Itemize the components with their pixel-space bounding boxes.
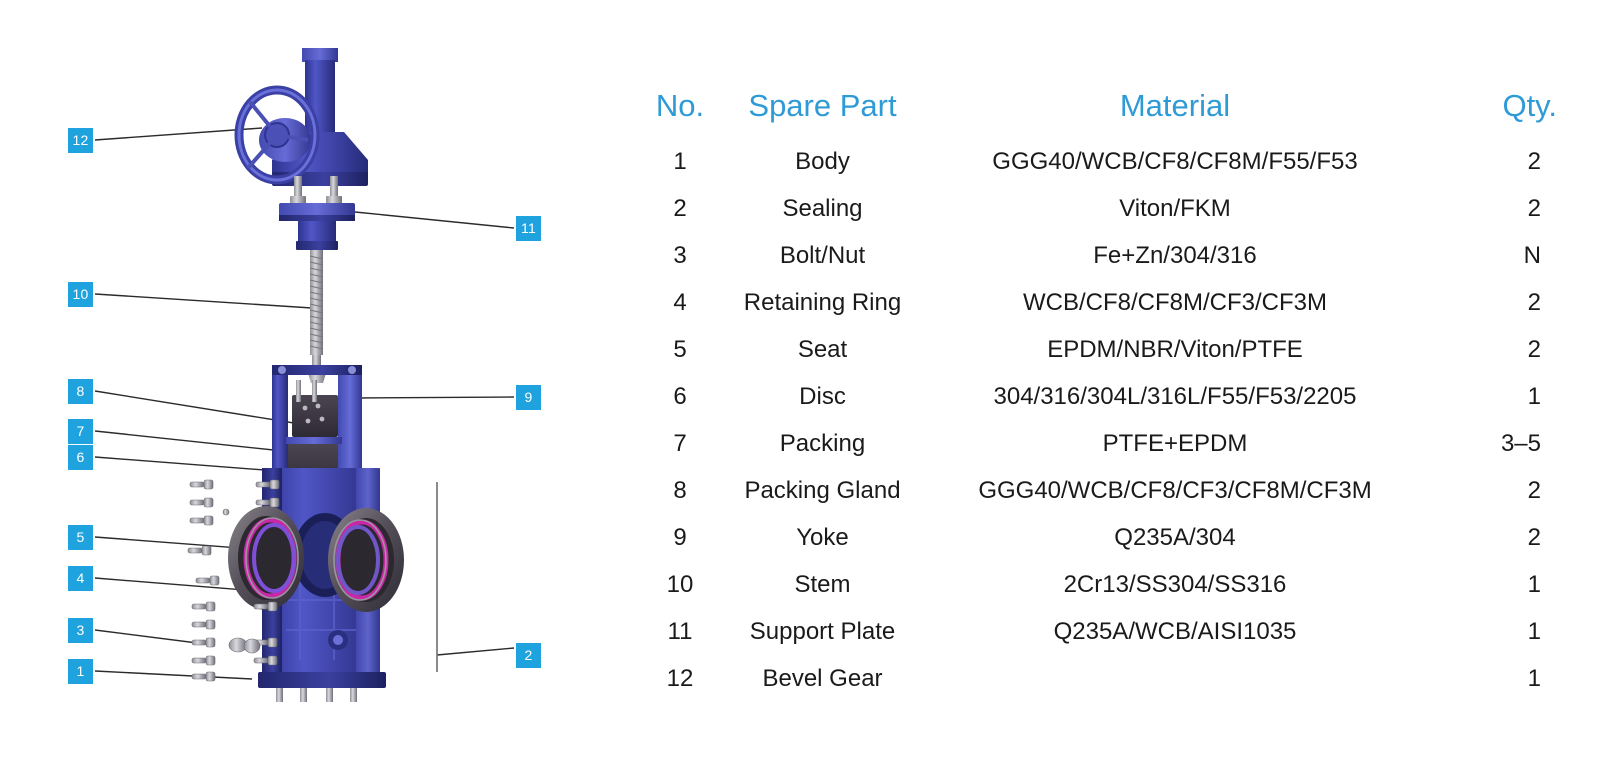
cell-qty: N xyxy=(1523,242,1541,269)
table-body: 1 Body GGG40/WCB/CF8/CF8M/F55/F53 2 2 Se… xyxy=(645,138,1575,702)
cell-no: 5 xyxy=(673,336,687,363)
cell-part: Stem xyxy=(794,571,851,598)
cell-qty: 2 xyxy=(1527,524,1541,551)
stem xyxy=(308,250,326,383)
column-header-material: Material xyxy=(1119,88,1231,123)
column-header-part: Spare Part xyxy=(748,88,897,123)
cell-qty: 2 xyxy=(1527,148,1541,175)
cell-material: Q235A/WCB/AISI1035 xyxy=(1053,618,1297,645)
cell-qty: 1 xyxy=(1527,571,1541,598)
cell-material: Fe+Zn/304/316 xyxy=(1093,242,1257,269)
cell-material: PTFE+EPDM xyxy=(1102,430,1248,457)
cell-material xyxy=(930,655,1420,702)
cell-no: 10 xyxy=(666,571,694,598)
cell-no: 12 xyxy=(666,665,694,692)
table-header-row: No. Spare Part Material Qty. xyxy=(645,88,1575,138)
bevel-gear-operator xyxy=(234,48,368,205)
cell-part: Packing xyxy=(779,430,866,457)
support-plate xyxy=(279,203,355,250)
valve-drawing-svg xyxy=(94,48,515,702)
cell-material: WCB/CF8/CF8M/CF3/CF3M xyxy=(1022,289,1327,316)
spare-parts-table-container: No. Spare Part Material Qty. 1 Body GGG4… xyxy=(645,88,1575,702)
callout-badge-6[interactable]: 6 xyxy=(68,445,93,470)
callout-badge-9[interactable]: 9 xyxy=(516,385,541,410)
packing-stud xyxy=(296,380,301,402)
cell-material: Viton/FKM xyxy=(1119,195,1231,222)
column-header-no: No. xyxy=(655,88,705,123)
cell-no: 11 xyxy=(667,618,693,645)
table-row: 5 Seat EPDM/NBR/Viton/PTFE 2 xyxy=(645,326,1575,373)
spare-parts-table: No. Spare Part Material Qty. 1 Body GGG4… xyxy=(645,88,1575,702)
seat-ring-left xyxy=(228,506,304,610)
cell-no: 3 xyxy=(673,242,687,269)
cell-qty: 2 xyxy=(1527,289,1541,316)
table-row: 7 Packing PTFE+EPDM 3–5 xyxy=(645,420,1575,467)
cell-no: 2 xyxy=(673,195,687,222)
cell-material: GGG40/WCB/CF8/CF3/CF8M/CF3M xyxy=(978,477,1372,504)
cell-no: 7 xyxy=(673,430,687,457)
cell-qty: 1 xyxy=(1527,383,1541,410)
cell-qty: 1 xyxy=(1527,618,1541,645)
callout-badge-3[interactable]: 3 xyxy=(68,618,93,643)
callout-badge-8[interactable]: 8 xyxy=(68,379,93,404)
spare-parts-page: 12 11 10 9 8 7 6 5 4 3 2 1 No. Spare Par… xyxy=(0,0,1600,765)
cell-material: 304/316/304L/316L/F55/F53/2205 xyxy=(993,383,1357,410)
valve-exploded-diagram: 12 11 10 9 8 7 6 5 4 3 2 1 xyxy=(0,0,640,765)
cell-material: GGG40/WCB/CF8/CF8M/F55/F53 xyxy=(992,148,1358,175)
cell-part: Body xyxy=(795,148,850,175)
table-row: 12 Bevel Gear 1 xyxy=(645,655,1575,702)
table-row: 1 Body GGG40/WCB/CF8/CF8M/F55/F53 2 xyxy=(645,138,1575,185)
cell-part: Support Plate xyxy=(749,618,896,645)
cell-part: Packing Gland xyxy=(744,477,901,504)
table-row: 11 Support Plate Q235A/WCB/AISI1035 1 xyxy=(645,608,1575,655)
packing-stud xyxy=(312,380,317,402)
callout-badge-2[interactable]: 2 xyxy=(516,643,541,668)
cell-part: Seat xyxy=(797,336,848,363)
cell-no: 9 xyxy=(673,524,687,551)
table-row: 6 Disc 304/316/304L/316L/F55/F53/2205 1 xyxy=(645,373,1575,420)
cell-qty: 2 xyxy=(1527,477,1541,504)
callout-badge-12[interactable]: 12 xyxy=(68,128,93,153)
cell-no: 6 xyxy=(673,383,687,410)
table-row: 8 Packing Gland GGG40/WCB/CF8/CF3/CF8M/C… xyxy=(645,467,1575,514)
column-header-qty: Qty. xyxy=(1502,88,1557,123)
cell-qty: 1 xyxy=(1527,665,1541,692)
cell-part: Bolt/Nut xyxy=(779,242,866,269)
cell-no: 8 xyxy=(673,477,687,504)
cell-qty: 2 xyxy=(1527,195,1541,222)
cell-part: Bevel Gear xyxy=(762,665,883,692)
cell-material: Q235A/304 xyxy=(1114,524,1236,551)
seat-ring-right xyxy=(328,508,404,612)
cell-no: 4 xyxy=(673,289,687,316)
table-row: 2 Sealing Viton/FKM 2 xyxy=(645,185,1575,232)
cell-part: Disc xyxy=(799,383,846,410)
table-row: 4 Retaining Ring WCB/CF8/CF8M/CF3/CF3M 2 xyxy=(645,279,1575,326)
table-header: No. Spare Part Material Qty. xyxy=(645,88,1575,138)
cell-qty: 2 xyxy=(1527,336,1541,363)
table-row: 10 Stem 2Cr13/SS304/SS316 1 xyxy=(645,561,1575,608)
cell-part: Retaining Ring xyxy=(743,289,902,316)
callout-badge-4[interactable]: 4 xyxy=(68,566,93,591)
callout-badge-11[interactable]: 11 xyxy=(516,216,541,241)
table-row: 3 Bolt/Nut Fe+Zn/304/316 N xyxy=(645,232,1575,279)
table-row: 9 Yoke Q235A/304 2 xyxy=(645,514,1575,561)
cell-material: 2Cr13/SS304/SS316 xyxy=(1063,571,1287,598)
cell-material: EPDM/NBR/Viton/PTFE xyxy=(1047,336,1303,363)
cell-part: Yoke xyxy=(796,524,849,551)
cell-part: Sealing xyxy=(782,195,863,222)
callout-badge-7[interactable]: 7 xyxy=(68,419,93,444)
callout-badge-1[interactable]: 1 xyxy=(68,659,93,684)
callout-badge-10[interactable]: 10 xyxy=(68,282,93,307)
callout-badge-5[interactable]: 5 xyxy=(68,525,93,550)
cell-qty: 3–5 xyxy=(1500,430,1541,457)
cell-no: 1 xyxy=(673,148,687,175)
